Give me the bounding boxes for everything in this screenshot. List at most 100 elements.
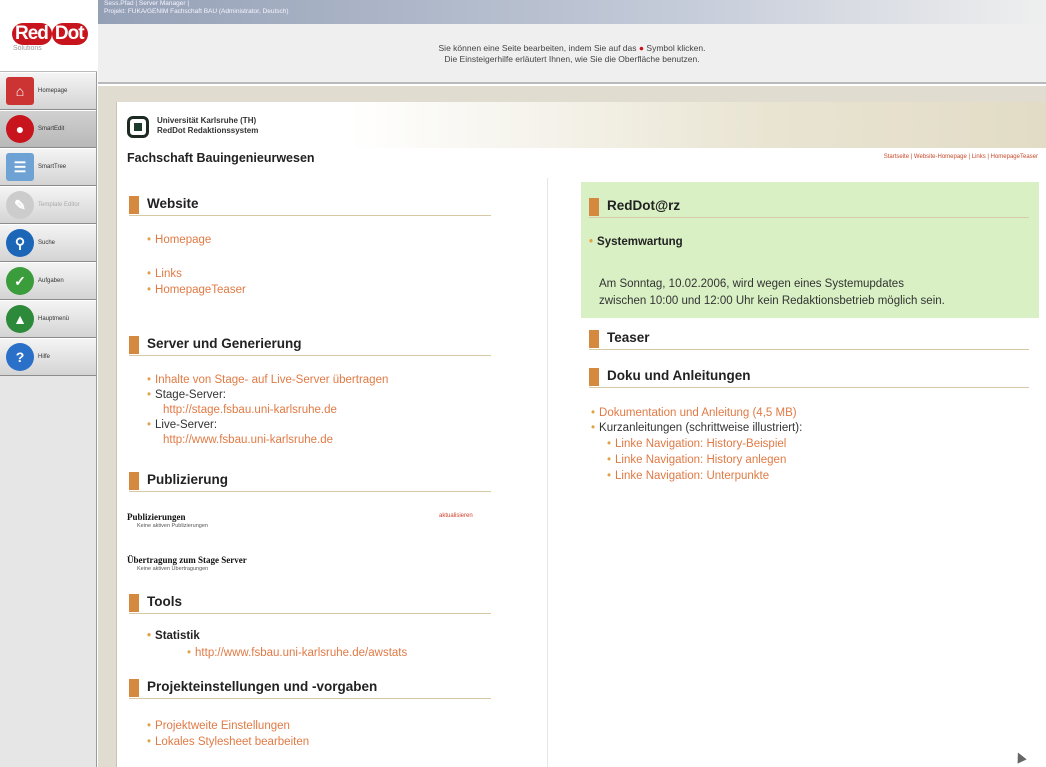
nav-aufgaben-label: Aufgaben — [38, 278, 64, 284]
top-bar: Sess.Pfad | Server Manager | Projekt: FU… — [98, 0, 1046, 84]
section-title: Doku und Anleitungen — [607, 368, 751, 383]
nav-hauptmenue-label: Hauptmenü — [38, 316, 70, 322]
edit-symbol-icon: ● — [638, 43, 645, 53]
university-line-2: RedDot Redaktionssystem — [157, 126, 259, 135]
link-history-anlegen[interactable]: • Linke Navigation: History anlegen — [607, 454, 786, 466]
left-toolbar: Red Dot Solutions ⌂ Homepage ● SmartEdit … — [0, 0, 97, 767]
tasks-icon: ✓ — [6, 267, 34, 295]
link-stage-url[interactable]: http://stage.fsbau.uni-karlsruhe.de — [163, 404, 337, 416]
label-text: Stage-Server: — [155, 389, 226, 401]
label-text: Kurzanleitungen (schrittweise illustrier… — [599, 422, 803, 434]
section-marker — [129, 679, 139, 697]
page-header: Universität Karlsruhe (TH) RedDot Redakt… — [117, 102, 1046, 148]
section-title: Tools — [147, 594, 182, 609]
section-title: RedDot@rz — [607, 198, 681, 213]
university-line-1: Universität Karlsruhe (TH) — [157, 116, 257, 125]
link-text: Links — [155, 268, 182, 280]
section-title: Publizierung — [147, 472, 228, 487]
section-title: Website — [147, 196, 199, 211]
label-text: Live-Server: — [155, 419, 218, 431]
stage-transfer-heading: Übertragung zum Stage Server — [127, 555, 247, 565]
section-marker — [589, 368, 599, 386]
section-reddot-rz: RedDot@rz — [589, 196, 1029, 218]
kurzanleitungen-label: • Kurzanleitungen (schrittweise illustrie… — [591, 422, 803, 434]
link-stylesheet[interactable]: • Lokales Stylesheet bearbeiten — [147, 736, 309, 748]
live-server-label: • Live-Server: — [147, 419, 218, 431]
nav-template-editor[interactable]: ✎ Template Editor — [0, 186, 96, 224]
systemwartung-item: • Systemwartung — [589, 236, 683, 248]
session-path: Sess.Pfad | Server Manager | — [104, 0, 190, 7]
statistik-item: • Statistik — [147, 630, 200, 642]
nav-smarttree[interactable]: ☰ SmartTree — [0, 148, 96, 186]
section-title: Teaser — [607, 330, 650, 345]
nav-homepage-label: Homepage — [38, 88, 68, 94]
link-unterpunkte[interactable]: • Linke Navigation: Unterpunkte — [607, 470, 769, 482]
reddot-logo: Red Dot Solutions — [0, 0, 97, 72]
maintenance-message-2: zwischen 10:00 und 12:00 Uhr kein Redakt… — [599, 295, 945, 307]
label-text: Statistik — [155, 630, 200, 642]
section-doku: Doku und Anleitungen — [589, 366, 1029, 388]
breadcrumb[interactable]: Startseite | Website-Homepage | Links | … — [884, 154, 1038, 160]
section-title: Projekteinstellungen und -vorgaben — [147, 679, 378, 694]
nav-smartedit[interactable]: ● SmartEdit — [0, 110, 96, 148]
nav-template-editor-label: Template Editor — [38, 202, 80, 208]
hint-text-1b: Symbol klicken. — [646, 43, 706, 53]
nav-smarttree-label: SmartTree — [38, 164, 67, 170]
link-live-url[interactable]: http://www.fsbau.uni-karlsruhe.de — [163, 434, 333, 446]
hint-text-1: Sie können eine Seite bearbeiten, indem … — [438, 43, 637, 53]
section-server: Server und Generierung — [129, 334, 491, 356]
logo-text: Red — [12, 23, 52, 45]
edit-hint: Sie können eine Seite bearbeiten, indem … — [98, 43, 1046, 65]
nav-hauptmenue[interactable]: ▲ Hauptmenü — [0, 300, 96, 338]
link-documentation[interactable]: • Dokumentation und Anleitung (4,5 MB) — [591, 407, 797, 419]
university-name: Universität Karlsruhe (TH) RedDot Redakt… — [157, 116, 258, 136]
link-links[interactable]: • Links — [147, 268, 182, 280]
reddot-notice-box: RedDot@rz • Systemwartung Am Sonntag, 10.… — [581, 182, 1039, 318]
page-card: Universität Karlsruhe (TH) RedDot Redakt… — [116, 102, 1046, 767]
nav-suche-label: Suche — [38, 240, 56, 246]
section-marker — [589, 330, 599, 348]
tree-icon: ☰ — [6, 153, 34, 181]
refresh-link[interactable]: aktualisieren — [439, 513, 473, 519]
section-marker — [129, 472, 139, 490]
logo-subtitle: Solutions — [13, 45, 42, 52]
nav-smartedit-label: SmartEdit — [38, 126, 65, 132]
nav-homepage[interactable]: ⌂ Homepage — [0, 72, 96, 110]
link-homepage-teaser[interactable]: • HomepageTeaser — [147, 284, 246, 296]
label-text: Systemwartung — [597, 236, 683, 248]
section-website: Website — [129, 194, 491, 216]
link-text: Linke Navigation: Unterpunkte — [615, 470, 770, 482]
nav-hilfe[interactable]: ? Hilfe — [0, 338, 96, 376]
smartedit-icon: ● — [6, 115, 34, 143]
link-text: Linke Navigation: History anlegen — [615, 454, 787, 466]
link-history-beispiel[interactable]: • Linke Navigation: History-Beispiel — [607, 438, 786, 450]
stage-server-label: • Stage-Server: — [147, 389, 226, 401]
logo-dot: Dot — [51, 23, 88, 45]
left-column: Website • Homepage • Links • HomepageTeaser… — [117, 178, 535, 767]
stage-transfer-status: Keine aktiven Übertragungen — [137, 566, 209, 572]
link-text: Homepage — [155, 234, 212, 246]
link-text: Lokales Stylesheet bearbeiten — [155, 736, 310, 748]
link-text: HomepageTeaser — [155, 284, 246, 296]
link-awstats[interactable]: • http://www.fsbau.uni-karlsruhe.de/awsta… — [187, 647, 407, 659]
nav-suche[interactable]: ⚲ Suche — [0, 224, 96, 262]
hint-text-2: Die Einsteigerhilfe erläutert Ihnen, wie… — [444, 54, 700, 64]
section-publizierung: Publizierung — [129, 470, 491, 492]
nav-aufgaben[interactable]: ✓ Aufgaben — [0, 262, 96, 300]
link-text: http://www.fsbau.uni-karlsruhe.de/awstat… — [195, 647, 408, 659]
maintenance-message-1: Am Sonntag, 10.02.2006, wird wegen eines… — [599, 278, 904, 290]
link-text: Dokumentation und Anleitung (4,5 MB) — [599, 407, 797, 419]
publizierungen-status: Keine aktiven Publizierungen — [137, 523, 208, 529]
section-projekt: Projekteinstellungen und -vorgaben — [129, 677, 491, 699]
search-globe-icon: ⚲ — [6, 229, 34, 257]
nav-hilfe-label: Hilfe — [38, 354, 51, 360]
university-logo-icon — [127, 116, 149, 138]
section-teaser: Teaser — [589, 328, 1029, 350]
link-project-settings[interactable]: • Projektweite Einstellungen — [147, 720, 290, 732]
house-icon: ⌂ — [6, 77, 34, 105]
section-marker — [129, 336, 139, 354]
link-transfer[interactable]: • Inhalte von Stage- auf Live-Server über… — [147, 374, 388, 386]
template-editor-icon: ✎ — [6, 191, 34, 219]
link-homepage[interactable]: • Homepage — [147, 234, 211, 246]
link-text: Projektweite Einstellungen — [155, 720, 290, 732]
